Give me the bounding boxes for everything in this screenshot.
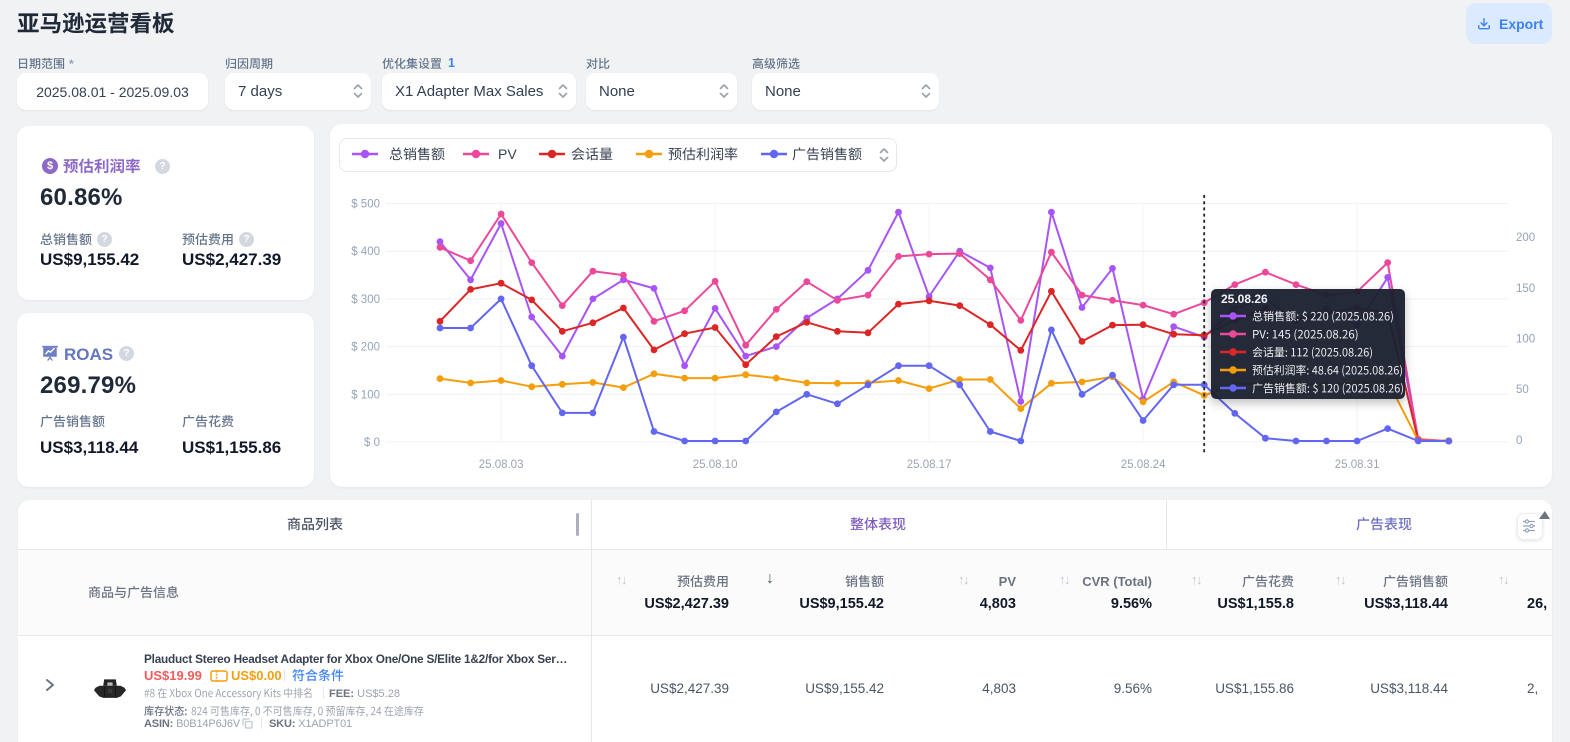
svg-text:25.08.24: 25.08.24 <box>1121 459 1166 471</box>
svg-text:25.08.03: 25.08.03 <box>479 459 524 471</box>
svg-text:100: 100 <box>1516 334 1535 346</box>
svg-text:0: 0 <box>1516 435 1522 447</box>
svg-text:$ 300: $ 300 <box>351 294 380 306</box>
svg-text:$ 400: $ 400 <box>351 246 380 258</box>
svg-text:$ 200: $ 200 <box>351 342 380 354</box>
svg-text:25.08.31: 25.08.31 <box>1335 459 1380 471</box>
svg-text:$ 500: $ 500 <box>351 199 380 211</box>
svg-text:25.08.17: 25.08.17 <box>907 459 952 471</box>
svg-text:50: 50 <box>1516 384 1529 396</box>
svg-text:$ 0: $ 0 <box>364 437 380 449</box>
svg-text:$ 100: $ 100 <box>351 389 380 401</box>
svg-text:25.08.10: 25.08.10 <box>693 459 738 471</box>
svg-text:200: 200 <box>1516 232 1535 244</box>
svg-text:150: 150 <box>1516 283 1535 295</box>
